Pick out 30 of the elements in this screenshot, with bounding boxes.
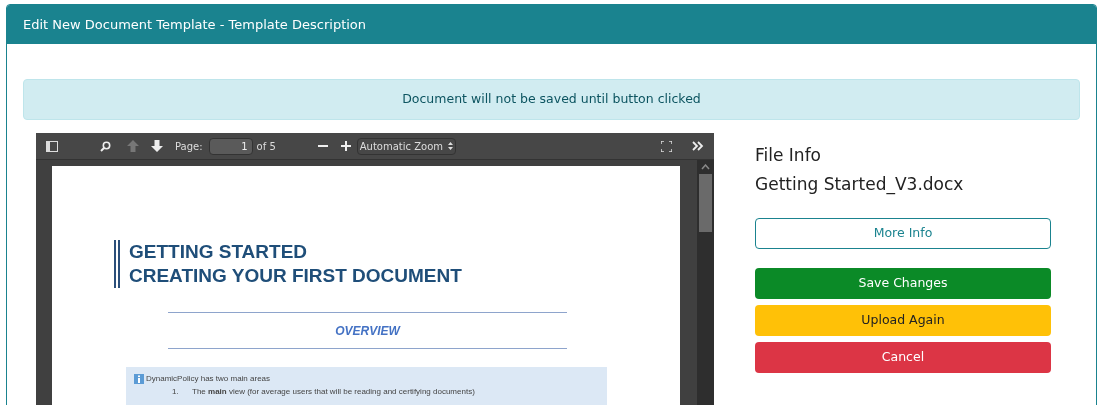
more-info-button[interactable]: More Info <box>755 218 1051 249</box>
section-heading: OVERVIEW <box>335 322 400 340</box>
file-name: Getting Started_V3.docx <box>755 173 965 196</box>
fullscreen-icon[interactable] <box>661 140 672 152</box>
info-icon <box>134 374 144 384</box>
zoom-in-icon[interactable] <box>340 141 351 151</box>
window-title: Edit New Document Template - Template Description <box>23 15 367 34</box>
info-text: DynamicPolicy has two main areas <box>146 373 271 385</box>
scrollbar-thumb[interactable] <box>699 174 712 232</box>
search-icon[interactable] <box>100 140 111 152</box>
scroll-up-icon[interactable] <box>701 164 710 170</box>
zoom-select[interactable]: Automatic Zoom <box>356 137 456 155</box>
select-arrows-icon <box>447 142 453 150</box>
cancel-button[interactable]: Cancel <box>755 342 1051 373</box>
document-title: CREATING YOUR FIRST DOCUMENT <box>129 264 462 288</box>
page-number-field[interactable]: 1 <box>208 137 253 155</box>
save-button[interactable]: Save Changes <box>755 268 1051 299</box>
scrollbar[interactable] <box>697 160 714 405</box>
list-item-text: The main view (for average users that will be reading and certifying documents) <box>192 386 475 398</box>
page-count: of 5 <box>256 139 276 154</box>
next-page-icon[interactable] <box>151 140 163 152</box>
info-alert: Document will not be saved until button clicked <box>23 79 1080 120</box>
double-chevron-icon[interactable] <box>692 141 704 151</box>
sidebar-toggle-icon[interactable] <box>46 140 58 152</box>
file-info-heading: File Info <box>755 144 823 167</box>
upload-button[interactable]: Upload Again <box>755 305 1051 336</box>
list-number: 1. <box>172 386 180 398</box>
page-label: Page: <box>175 139 203 154</box>
title-bar-rule <box>114 240 120 288</box>
document-title: GETTING STARTED <box>129 240 309 264</box>
